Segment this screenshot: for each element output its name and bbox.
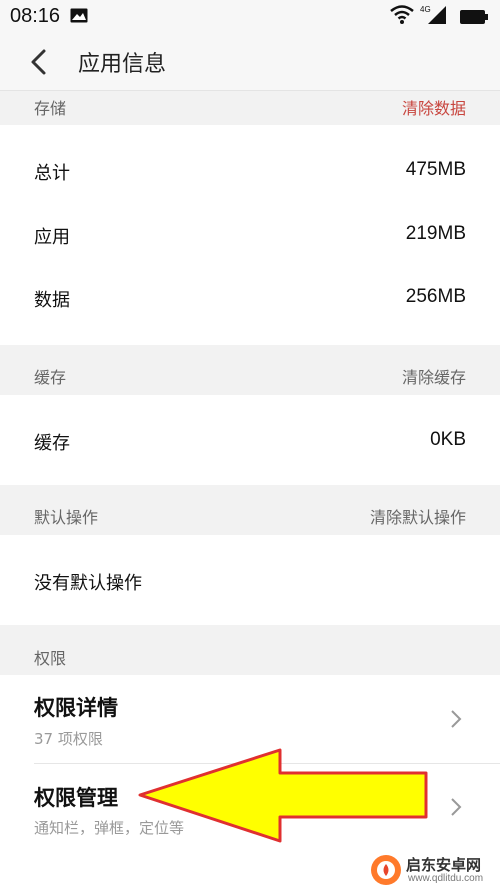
permissions-header-label: 权限 xyxy=(34,649,67,668)
watermark-name: 启东安卓网 xyxy=(406,856,482,874)
no-default-ops-text: 没有默认操作 xyxy=(34,573,142,594)
permission-details-title: 权限详情 xyxy=(34,696,118,720)
storage-row-label: 总计 xyxy=(34,163,70,184)
chevron-right-icon xyxy=(451,710,462,728)
permission-management-subtitle: 通知栏，弹框，定位等 xyxy=(34,819,185,837)
permission-details-subtitle: 37 项权限 xyxy=(34,730,103,748)
cache-card: 缓存 0KB xyxy=(0,395,500,485)
clear-cache-button[interactable]: 清除缓存 xyxy=(402,364,466,388)
cache-header-label: 缓存 xyxy=(34,368,67,387)
permission-details-item[interactable]: 权限详情 37 项权限 xyxy=(0,675,500,763)
storage-header-label: 存储 xyxy=(34,99,67,118)
cache-row-value: 0KB xyxy=(430,429,466,450)
chevron-right-icon xyxy=(451,798,462,816)
permissions-section-header: 权限 xyxy=(0,625,500,675)
watermark-logo-icon xyxy=(371,855,401,885)
storage-row-label: 应用 xyxy=(34,227,70,248)
cellular-signal-icon: 4G xyxy=(420,5,446,24)
status-bar: 08:16 4G xyxy=(0,0,500,32)
app-bar: 应用信息 xyxy=(0,32,500,91)
cache-section-header: 缓存 清除缓存 xyxy=(0,345,500,395)
storage-section-header: 存储 清除数据 xyxy=(0,91,500,125)
default-ops-header-label: 默认操作 xyxy=(34,508,99,527)
page-title: 应用信息 xyxy=(78,52,167,77)
wifi-icon xyxy=(390,5,414,24)
storage-row-value: 256MB xyxy=(405,286,466,307)
storage-card: 总计 475MB 应用 219MB 数据 256MB xyxy=(0,125,500,345)
permission-management-title: 权限管理 xyxy=(34,786,118,810)
watermark-url: www.qdlitdu.com xyxy=(408,873,484,884)
default-ops-card: 没有默认操作 xyxy=(0,535,500,625)
permission-management-item[interactable]: 权限管理 通知栏，弹框，定位等 xyxy=(0,764,500,854)
clear-defaults-button[interactable]: 清除默认操作 xyxy=(370,504,466,528)
network-type-label: 4G xyxy=(420,5,431,14)
storage-row-value: 219MB xyxy=(405,223,466,244)
default-ops-section-header: 默认操作 清除默认操作 xyxy=(0,485,500,535)
back-arrow-icon[interactable] xyxy=(28,48,50,76)
battery-icon xyxy=(460,10,488,24)
storage-row-label: 数据 xyxy=(34,290,70,311)
clear-data-button[interactable]: 清除数据 xyxy=(402,95,466,119)
status-time: 08:16 xyxy=(10,5,61,27)
storage-row-value: 475MB xyxy=(405,159,466,180)
watermark: 启东安卓网 www.qdlitdu.com xyxy=(370,852,500,889)
cache-row-label: 缓存 xyxy=(34,433,70,454)
image-notification-icon xyxy=(70,8,88,23)
